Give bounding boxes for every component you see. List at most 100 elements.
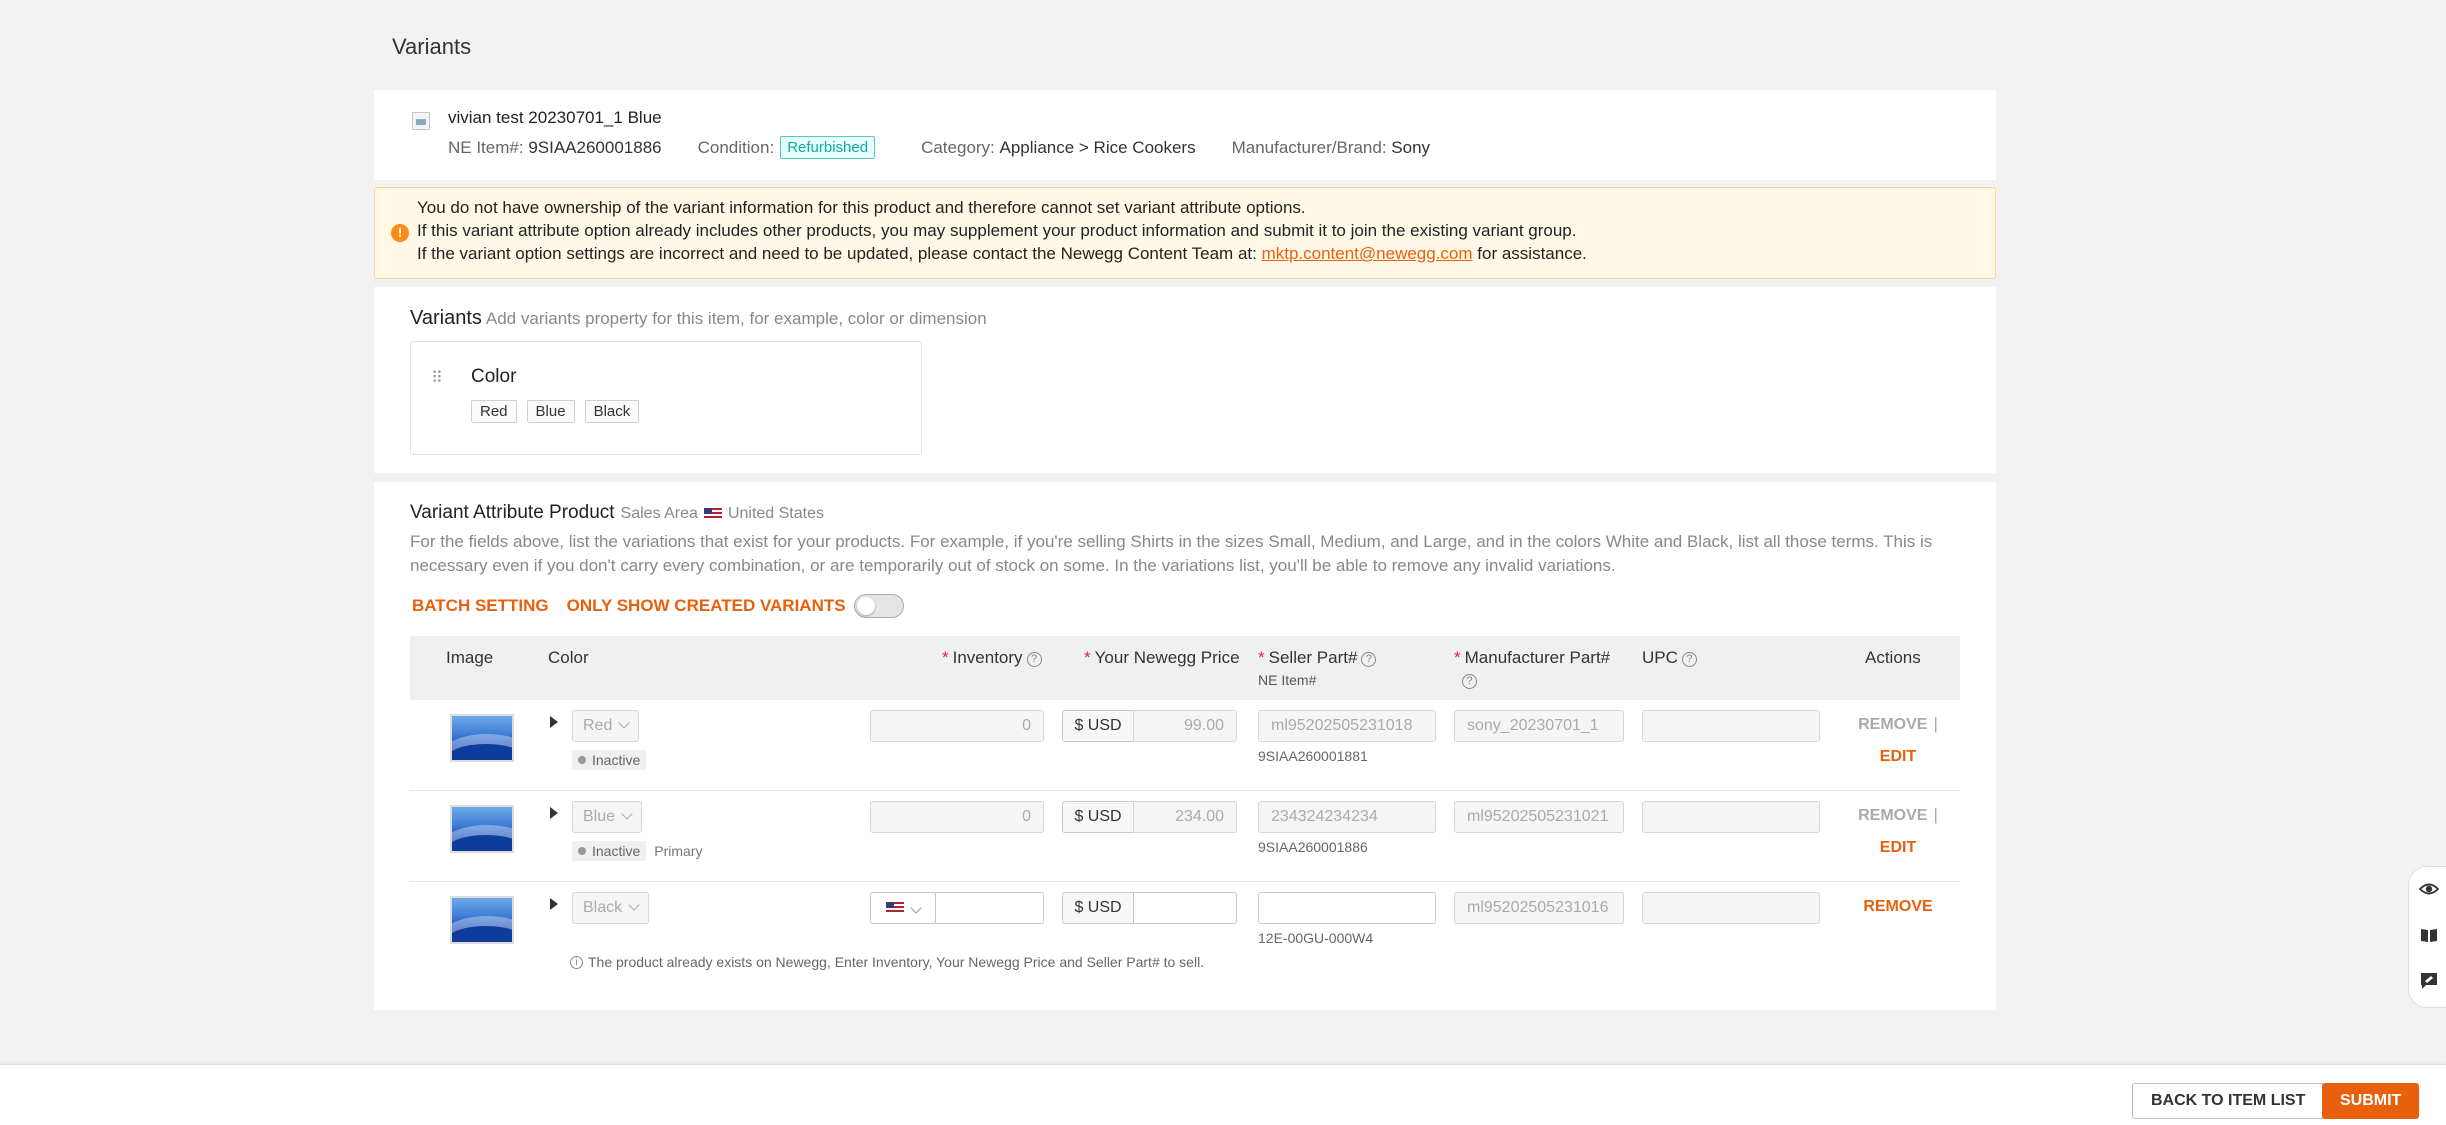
brand-value: Sony [1391,137,1431,157]
table-row: Blue Inactive Primary 0 $ USD 234.00 2343… [410,791,1960,882]
variant-thumbnail[interactable] [450,714,514,762]
status-badge: Inactive [572,841,647,861]
price-input[interactable] [1133,892,1237,924]
primary-label: Primary [654,843,703,859]
chevron-down-icon [910,902,922,914]
col-price-label: Your Newegg Price [1094,648,1240,667]
col-mfr-part-label: Manufacturer Part# [1464,648,1611,667]
row-actions: REMOVE | EDIT [1836,714,1960,766]
seller-part-help-icon[interactable]: ? [1361,652,1377,667]
status-text: Inactive [592,752,641,768]
sales-area: Sales Area United States [621,505,824,523]
content-team-email-link[interactable]: mktp.content@newegg.com [1262,244,1473,263]
status-text: Inactive [592,843,641,859]
product-meta: NE Item#: 9SIAA260001886 Condition: Refu… [448,136,1430,159]
warning-line-2: If this variant attribute option already… [417,221,1577,240]
drag-handle-icon[interactable]: ⠿ [431,368,443,388]
us-flag-icon [886,902,904,914]
existing-product-hint: i The product already exists on Newegg, E… [570,954,1204,970]
col-inventory: * Inventory? [942,648,1042,668]
variant-status: Inactive Primary [572,841,702,861]
feedback-chat-icon[interactable] [2419,971,2439,991]
tag-red: Red [471,400,517,423]
footer-bar: BACK TO ITEM LIST SUBMIT [0,1064,2446,1125]
mfr-part-input: ml95202505231021 [1454,801,1624,833]
variants-subtitle: Add variants property for this item, for… [485,309,987,328]
mfr-part-input: ml95202505231016 [1454,892,1624,924]
product-summary-card: vivian test 20230701_1 Blue NE Item#: 9S… [374,90,1996,180]
col-price: * Your Newegg Price [1084,648,1240,667]
brand-label: Manufacturer/Brand: [1231,137,1387,157]
col-image: Image [446,648,494,667]
col-seller-part: * Seller Part#? [1258,648,1377,668]
color-select-value: Blue [583,808,616,825]
seller-part-input[interactable] [1258,892,1436,924]
sales-area-value: United States [727,505,824,522]
col-upc: UPC? [1642,648,1697,668]
upc-help-icon[interactable]: ? [1681,652,1697,667]
table-row: Black $ USD 12E-00GU-000W4 ml95202505231… [410,882,1960,992]
variants-section-title: Variants Add variants property for this i… [410,307,987,330]
submit-button[interactable]: SUBMIT [2322,1083,2420,1119]
warning-line-3-text: If the variant option settings are incor… [417,244,1262,263]
property-name: Color [471,366,517,387]
table-row: Red Inactive 0 $ USD 99.00 ml95202505231… [410,700,1960,791]
item-label: NE Item#: [448,137,524,157]
batch-setting-link[interactable]: BATCH SETTING [412,596,549,616]
price-input: 99.00 [1133,710,1237,742]
only-show-created-toggle[interactable] [853,594,904,618]
variant-thumbnail[interactable] [450,896,514,944]
expand-caret-icon[interactable] [550,807,558,819]
condition-label: Condition: [697,137,775,157]
col-inventory-label: Inventory [952,648,1023,667]
seller-part-input: ml95202505231018 [1258,710,1436,742]
edit-button[interactable]: EDIT [1836,839,1960,857]
color-select: Black [572,892,650,924]
chevron-down-icon [628,899,640,911]
table-header: Image Color * Inventory? * Your Newegg Pri… [410,636,1960,700]
chevron-down-icon [618,717,631,729]
ownership-warning: ! You do not have ownership of the varia… [374,187,1996,279]
property-tags: Red Blue Black [471,400,640,423]
col-mfr-part: * Manufacturer Part# [1454,648,1611,667]
status-badge: Inactive [572,750,647,770]
col-seller-part-label: Seller Part# [1268,648,1358,667]
expand-caret-icon[interactable] [550,716,558,728]
color-select: Red [572,710,640,742]
page-title: Variants [392,34,472,59]
color-property-box: ⠿ Color Red Blue Black [410,341,922,455]
col-actions: Actions [1865,648,1921,667]
batch-controls: BATCH SETTING ONLY SHOW CREATED VARIANTS [412,594,904,618]
category-value: Appliance > Rice Cookers [999,137,1196,157]
remove-button[interactable]: REMOVE [1863,898,1932,915]
remove-button: REMOVE [1858,716,1928,733]
edit-button[interactable]: EDIT [1836,748,1960,766]
row-actions: REMOVE | EDIT [1836,805,1960,857]
back-to-item-list-button[interactable]: BACK TO ITEM LIST [2132,1083,2325,1119]
warning-line-3-tail: for assistance. [1472,244,1587,263]
col-seller-part-sub: NE Item# [1258,672,1317,688]
upc-input [1642,801,1820,833]
guide-book-icon[interactable] [2419,925,2439,945]
tag-black: Black [584,400,640,423]
inventory-input: 0 [870,801,1044,833]
currency-addon: $ USD [1062,892,1134,924]
us-flag-icon [703,508,722,520]
sales-area-label: Sales Area [620,505,698,522]
inventory-help-icon[interactable]: ? [1026,652,1042,667]
hint-text: The product already exists on Newegg, En… [588,954,1205,970]
attribute-section-title: Variant Attribute Product Sales Area Unit… [410,502,824,524]
mfr-part-help-icon[interactable]: ? [1462,674,1477,689]
preview-eye-icon[interactable] [2419,879,2439,899]
variant-status: Inactive [572,750,647,770]
product-image-icon [412,112,430,130]
product-name: vivian test 20230701_1 Blue [448,108,662,127]
only-show-created-label: ONLY SHOW CREATED VARIANTS [566,596,846,615]
sales-country-select[interactable] [870,892,936,924]
color-select-value: Red [583,717,613,734]
attribute-title: Variant Attribute Product [410,502,615,523]
ne-item-number: 9SIAA260001881 [1258,748,1368,764]
inventory-input[interactable] [935,892,1044,924]
expand-caret-icon[interactable] [550,898,558,910]
variant-thumbnail[interactable] [450,805,514,853]
